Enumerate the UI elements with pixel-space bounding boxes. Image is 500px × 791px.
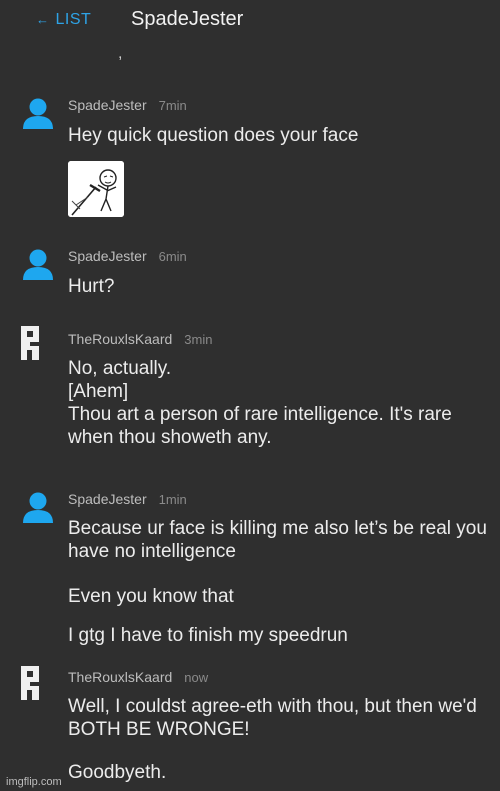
author-name: TheRouxlsKaard [68,331,173,347]
person-icon[interactable] [22,248,54,280]
message-text: Goodbyeth. [68,762,167,783]
message-author[interactable]: SpadeJester 7min [68,97,187,113]
back-label: LIST [55,11,92,28]
message-text: Hey quick question does your face [68,125,359,146]
message-author[interactable]: SpadeJester 1min [68,491,187,507]
meme-drawing-image [68,161,124,217]
author-name: TheRouxlsKaard [68,669,173,685]
message-text: Hurt? [68,276,115,297]
message-text: I gtg I have to finish my speedrun [68,625,348,646]
author-name: SpadeJester [68,97,147,113]
conversation-title: SpadeJester [131,8,244,30]
person-icon[interactable] [22,491,54,523]
rouxls-kaard-icon[interactable] [21,666,39,700]
message-time: now [184,670,209,685]
attached-image[interactable] [68,161,124,217]
message-text: Because ur face is killing me also let’s… [68,518,487,562]
message-author[interactable]: SpadeJester 6min [68,248,187,264]
message-author[interactable]: TheRouxlsKaard 3min [68,331,212,347]
back-to-list-button[interactable]: ← LIST [36,11,91,29]
message-time: 1min [158,492,187,507]
watermark: imgflip.com [6,776,62,788]
message-text: No, actually. [Ahem] Thou art a person o… [68,358,452,448]
message-text: Even you know that [68,586,234,607]
message-time: 3min [184,332,213,347]
message-time: 6min [158,249,187,264]
clipped-previous-message: , [118,52,122,64]
message-text: Well, I couldst agree-eth with thou, but… [68,696,477,740]
message-author[interactable]: TheRouxlsKaard now [68,669,208,685]
author-name: SpadeJester [68,491,147,507]
message-time: 7min [158,98,187,113]
rouxls-kaard-icon[interactable] [21,326,39,360]
person-icon[interactable] [22,97,54,129]
author-name: SpadeJester [68,248,147,264]
top-bar: ← LIST SpadeJester [0,0,500,44]
left-arrow-icon: ← [36,12,50,27]
